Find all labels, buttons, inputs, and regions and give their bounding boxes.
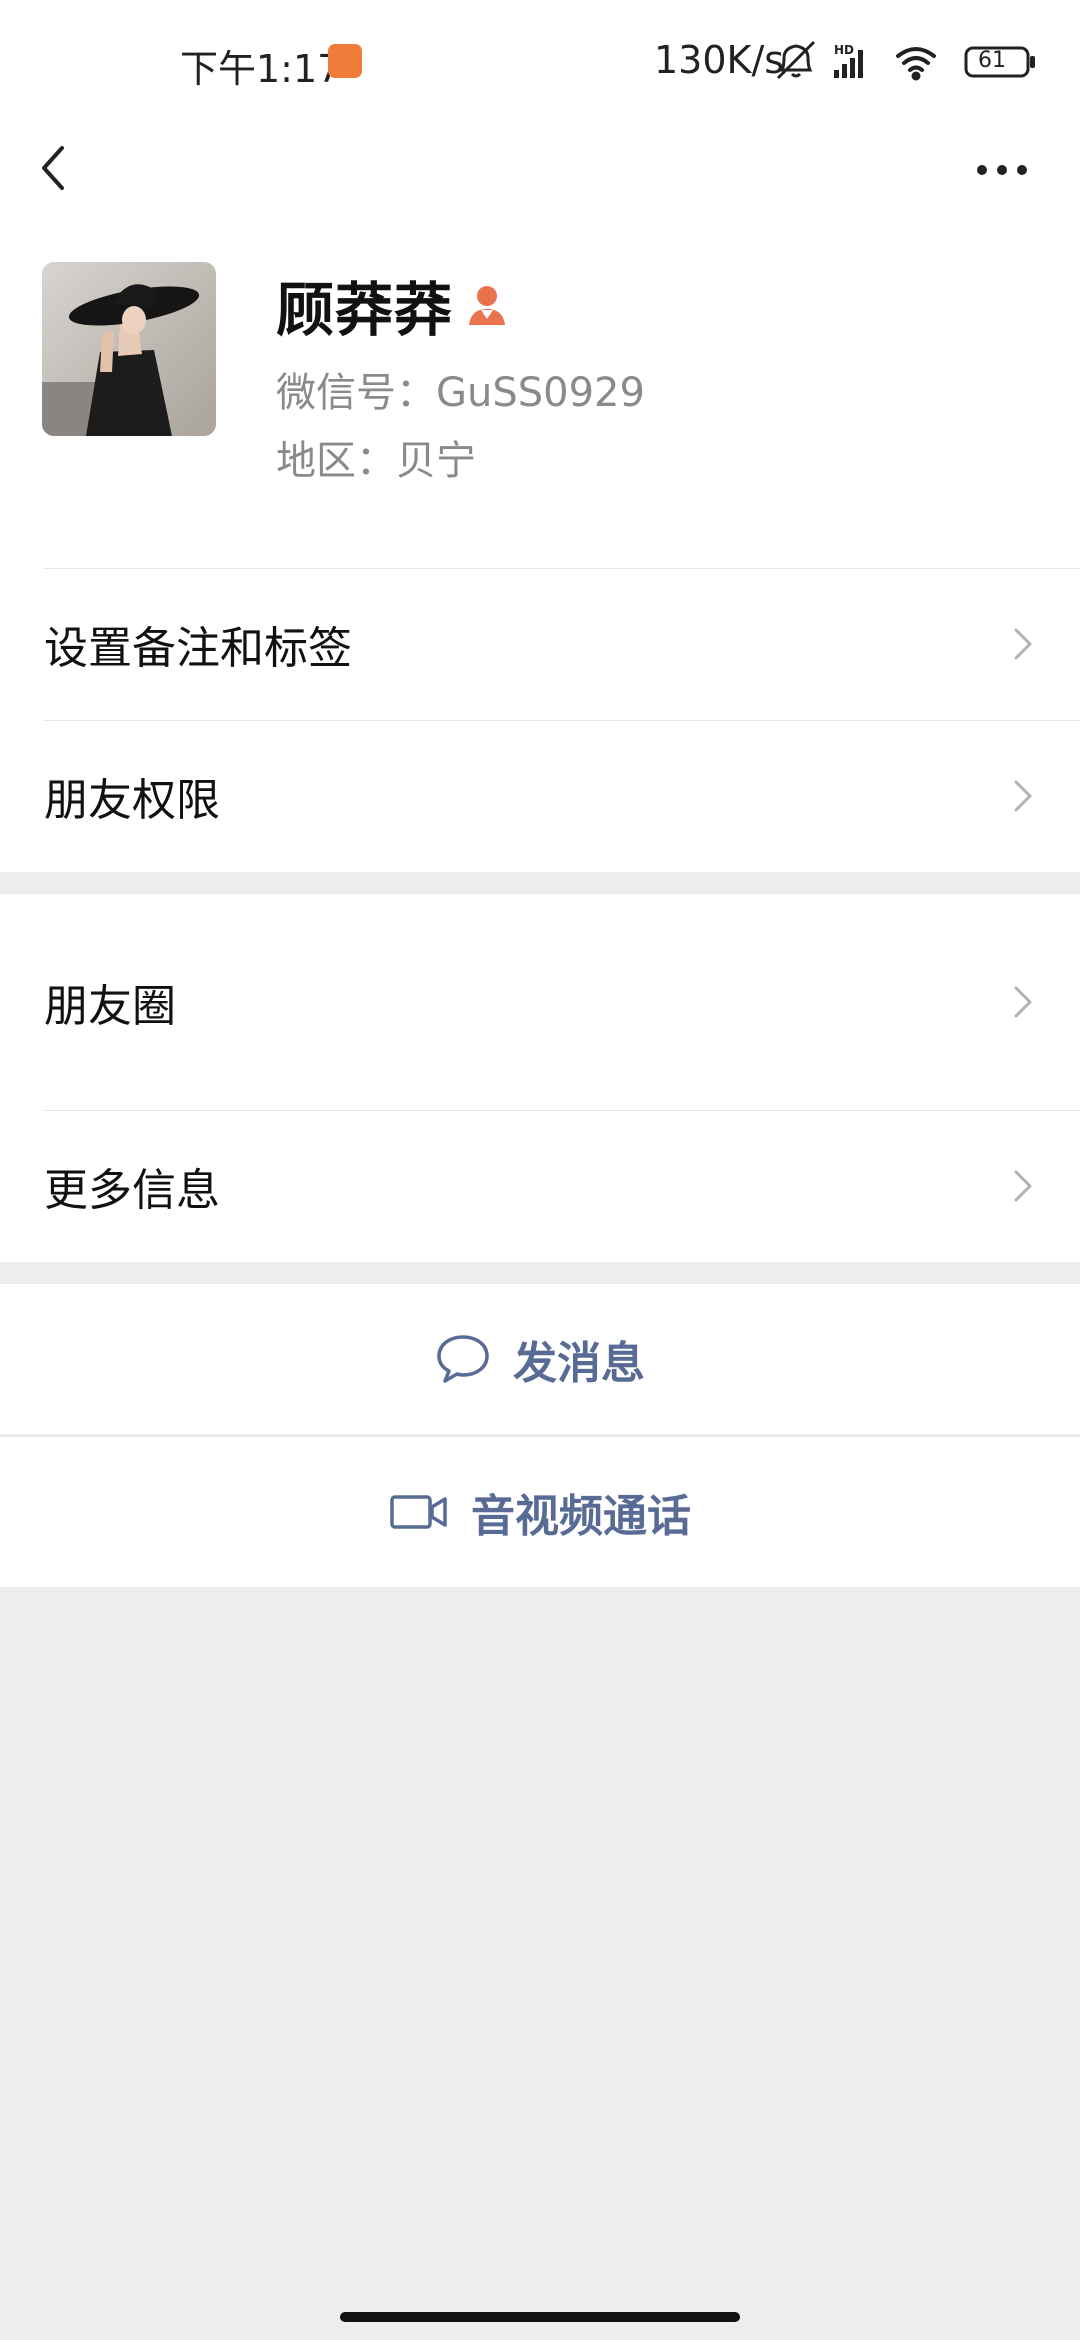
divider	[44, 1110, 1080, 1111]
chevron-left-icon[interactable]	[30, 132, 80, 202]
menu-item-more-info[interactable]: 更多信息	[0, 1110, 1080, 1262]
menu-item-label: 朋友圈	[44, 981, 176, 1032]
video-call-button[interactable]: 音视频通话	[0, 1436, 1080, 1587]
video-camera-icon	[390, 1495, 447, 1529]
status-time: 下午1:17	[180, 47, 342, 91]
region: 地区：贝宁	[276, 438, 476, 484]
network-speed: 130K/s	[654, 38, 785, 82]
battery-level: 61	[978, 48, 1006, 73]
wifi-icon	[896, 47, 936, 81]
mute-bell-icon	[776, 40, 816, 80]
chevron-right-icon	[1014, 986, 1032, 1018]
divider	[44, 568, 1080, 569]
app-notification-icon	[328, 44, 362, 78]
menu-group-settings: 设置备注和标签 朋友权限	[0, 568, 1080, 872]
avatar[interactable]	[42, 262, 216, 436]
menu-group-moments: 朋友圈 更多信息	[0, 894, 1080, 1262]
svg-text:HD: HD	[834, 43, 854, 57]
menu-item-label: 朋友权限	[44, 775, 220, 826]
chevron-right-icon	[1014, 1170, 1032, 1202]
menu-item-moments[interactable]: 朋友圈	[0, 894, 1080, 1110]
menu-item-remark-tags[interactable]: 设置备注和标签	[0, 568, 1080, 720]
avatar-image	[42, 262, 216, 436]
wechat-id: 微信号：GuSS0929	[276, 370, 645, 416]
send-message-label: 发消息	[513, 1338, 645, 1389]
status-bar: 下午1:17 130K/s HD 61	[0, 0, 1080, 120]
menu-item-friend-permissions[interactable]: 朋友权限	[0, 720, 1080, 872]
name-row: 顾莽莽	[276, 270, 507, 344]
chevron-right-icon	[1014, 628, 1032, 660]
person-badge-icon	[469, 286, 506, 325]
nav-bar	[0, 120, 1080, 220]
send-message-button[interactable]: 发消息	[0, 1284, 1080, 1434]
menu-item-label: 更多信息	[44, 1165, 220, 1216]
home-indicator[interactable]	[340, 2312, 740, 2322]
contact-name: 顾莽莽	[276, 276, 454, 344]
more-dots-icon[interactable]	[972, 150, 1032, 190]
video-call-label: 音视频通话	[471, 1491, 691, 1542]
chat-bubble-icon	[437, 1335, 489, 1383]
profile-card: 顾莽莽 微信号：GuSS0929 地区：贝宁	[0, 220, 1080, 568]
divider	[44, 720, 1080, 721]
menu-item-label: 设置备注和标签	[44, 623, 352, 674]
hd-signal-icon: HD	[834, 43, 863, 78]
chevron-right-icon	[1014, 780, 1032, 812]
